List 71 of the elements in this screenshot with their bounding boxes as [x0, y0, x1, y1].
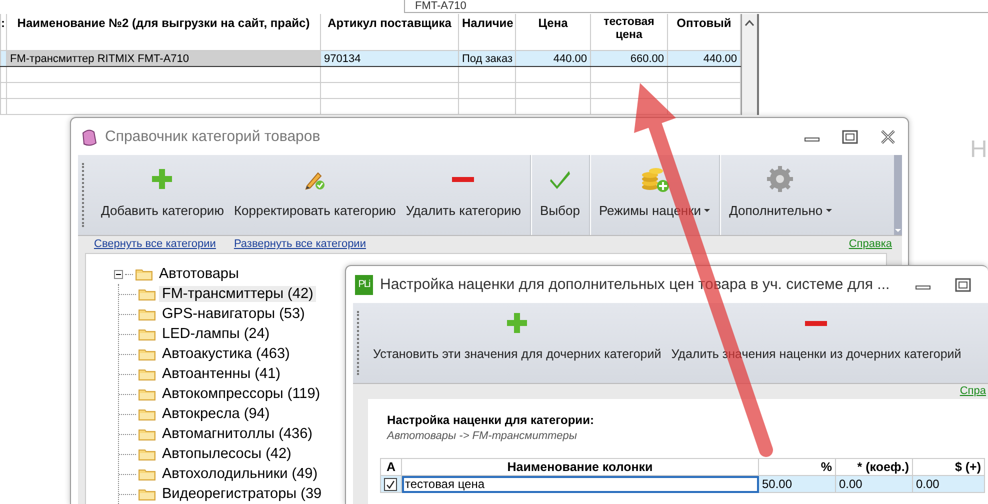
table-cell: 660.00 — [590, 50, 668, 66]
folder-icon — [138, 367, 156, 381]
tree-item[interactable]: Автотовары — [156, 266, 242, 282]
collapse-icon[interactable] — [114, 270, 123, 278]
category-path: Автотовары -> FM-трансмиттеры — [387, 430, 578, 442]
folder-icon — [138, 447, 156, 461]
folder-icon — [138, 467, 156, 481]
link[interactable]: Свернуть все категории — [94, 238, 216, 250]
gear-icon — [765, 165, 796, 193]
toolbar-button[interactable]: Дополнительно — [719, 155, 837, 235]
bag-icon — [80, 126, 98, 146]
tree-item[interactable]: Автокресла (94) — [159, 406, 273, 422]
app-icon: PLi — [355, 274, 373, 294]
toolbar-button[interactable]: Выбор — [530, 155, 585, 235]
checkbox[interactable] — [384, 478, 397, 490]
tree-item[interactable]: FM-трансмиттеры (42) — [159, 286, 316, 302]
table-cell: FM-трансмиттер RITMIX FMT-A710 — [6, 50, 320, 66]
scroll-up-icon[interactable] — [745, 20, 754, 26]
maximize-icon[interactable] — [842, 130, 858, 144]
toolbar-button[interactable]: Добавить категорию — [96, 155, 229, 235]
minus-icon — [805, 320, 828, 326]
tree-item[interactable]: GPS-навигаторы (53) — [159, 306, 308, 322]
dropdown-caret-icon — [704, 209, 710, 212]
table-cell: 50.00 — [758, 476, 836, 492]
folder-icon — [138, 487, 156, 501]
table-cell: 0.00 — [912, 476, 984, 492]
toolbar-button[interactable]: Установить эти значения для дочерних категорий — [371, 303, 664, 383]
tree-item[interactable]: Автомагнитоллы (436) — [159, 426, 316, 442]
search-field[interactable]: FMT-A710 — [404, 0, 988, 13]
plus-icon — [151, 168, 174, 190]
plus-icon — [506, 312, 528, 334]
table-cell: 970134 — [320, 50, 458, 66]
table-cell: 440.00 — [668, 50, 740, 66]
coins-icon — [640, 165, 670, 193]
toolbar-button[interactable]: Удалить категорию — [400, 155, 526, 235]
section-heading: Настройка наценки для категории: — [387, 413, 595, 427]
column-header[interactable]: А — [380, 458, 402, 476]
dropdown-caret-icon — [826, 209, 832, 212]
column-header[interactable]: $ (+) — [912, 458, 984, 476]
column-header[interactable]: Наименование колонки — [402, 458, 758, 476]
maximize-icon[interactable] — [954, 278, 971, 292]
tree-item[interactable]: LED-лампы (24) — [159, 326, 273, 342]
column-header[interactable]: % — [758, 458, 836, 476]
tree-item[interactable]: Автокомпрессоры (119) — [159, 386, 324, 402]
toolbar-button[interactable]: Корректировать категорию — [228, 155, 401, 235]
column-header[interactable]: * (коеф.) — [836, 458, 912, 476]
folder-icon — [138, 427, 156, 441]
table-cell: 0.00 — [836, 476, 912, 492]
folder-icon — [135, 267, 153, 281]
tree-item[interactable]: Автохолодильники (49) — [159, 466, 321, 482]
tree-item[interactable]: Видеорегистраторы (39 — [159, 486, 325, 502]
table-cell: Под заказ — [458, 50, 516, 66]
close-icon[interactable] — [880, 128, 896, 144]
tree-item[interactable]: Автоантенны (41) — [159, 366, 284, 382]
tree-item[interactable]: Автоакустика (463) — [159, 346, 293, 362]
folder-icon — [138, 327, 156, 341]
folder-icon — [138, 307, 156, 321]
help-link[interactable]: Справка — [848, 238, 892, 250]
window-title: Справочник категорий товаров — [105, 128, 320, 145]
folder-icon — [138, 347, 156, 361]
folder-icon — [138, 387, 156, 401]
help-link[interactable]: Спра — [960, 385, 986, 399]
input-field[interactable]: тестовая цена — [402, 476, 758, 492]
column-header[interactable]: : — [0, 14, 6, 50]
minus-icon — [452, 176, 474, 182]
table-cell: 440.00 — [516, 50, 590, 66]
checkmark-icon — [386, 480, 395, 488]
folder-icon — [138, 407, 156, 421]
tree-item[interactable]: Автопылесосы (42) — [159, 446, 294, 462]
link[interactable]: Развернуть все категории — [234, 238, 366, 250]
folder-icon — [138, 287, 156, 301]
